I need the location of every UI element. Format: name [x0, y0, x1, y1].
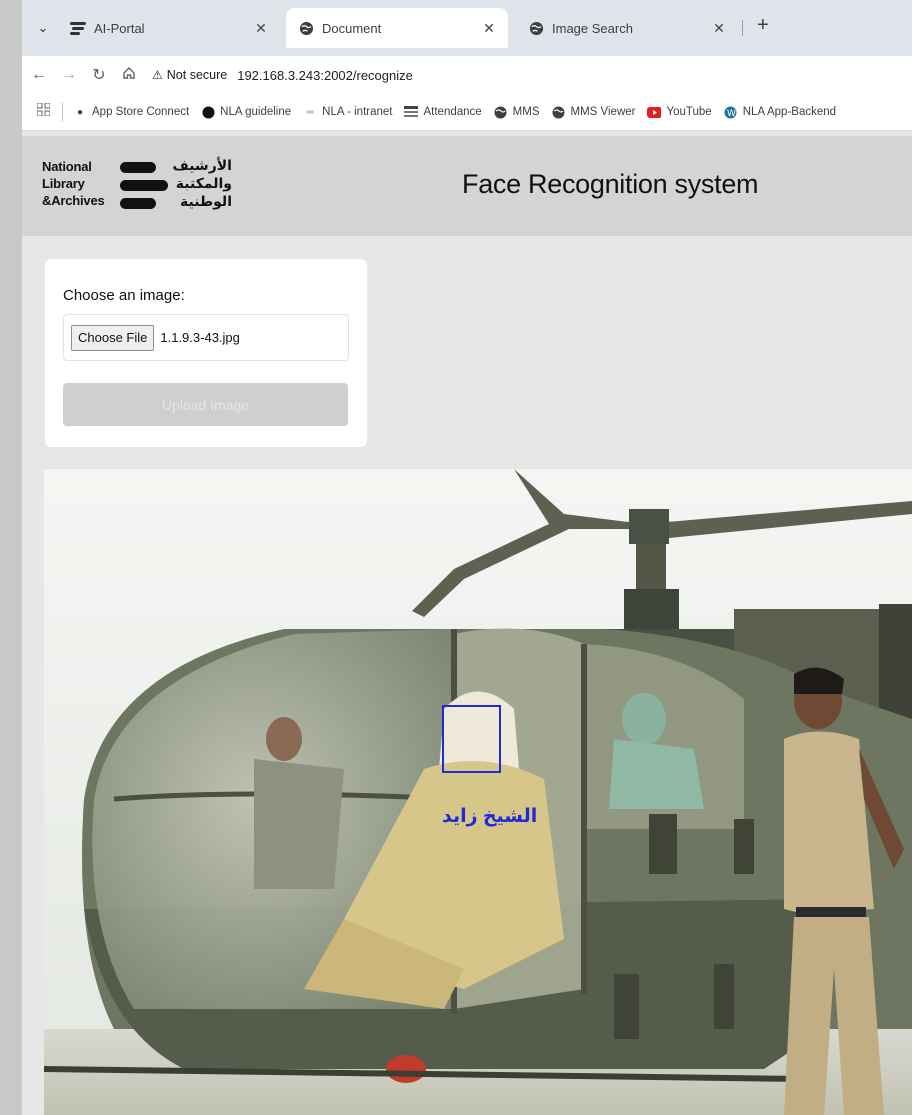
bookmark-nla-intranet[interactable]: ═ NLA - intranet	[303, 105, 393, 119]
logo-text-ar: الأرشيف والمكتبة الوطنية	[173, 156, 232, 210]
bookmark-mms[interactable]: MMS	[494, 105, 540, 119]
upload-image-button[interactable]: Upload Image	[63, 383, 348, 426]
face-name-label: الشيخ زايد	[442, 806, 538, 827]
attendance-icon	[404, 105, 419, 119]
youtube-icon	[647, 105, 662, 119]
logo-text-en: National Library &Archives	[42, 158, 105, 209]
globe-icon	[552, 105, 566, 119]
close-icon[interactable]: ✕	[480, 20, 498, 37]
bookmark-mms-viewer[interactable]: MMS Viewer	[552, 105, 636, 119]
bookmark-label: App Store Connect	[92, 106, 190, 118]
apps-grid-icon[interactable]	[30, 102, 56, 121]
browser-window: ⌄ AI-Portal ✕ Document ✕ Image Search ✕ …	[22, 0, 912, 1115]
bookmark-nla-app-backend[interactable]: W NLA App-Backend	[724, 105, 836, 119]
bookmark-label: NLA App-Backend	[742, 106, 837, 118]
logo-bars-icon	[120, 162, 168, 209]
url-text: 192.168.3.243:2002/recognize	[237, 67, 413, 83]
close-icon[interactable]: ✕	[252, 20, 270, 37]
file-input[interactable]: Choose File 1.1.9.3-43.jpg	[63, 314, 349, 361]
new-tab-icon[interactable]: +	[757, 14, 769, 37]
bookmark-nla-guideline[interactable]: NLA guideline	[201, 105, 291, 119]
nla-circle-icon	[201, 105, 215, 119]
globe-icon	[528, 20, 544, 36]
security-indicator[interactable]: ⚠ Not secure	[152, 68, 227, 82]
tab-ai-portal[interactable]: AI-Portal ✕	[58, 12, 280, 44]
home-icon[interactable]	[116, 66, 142, 85]
tab-title: AI-Portal	[94, 20, 145, 36]
helicopter-photo	[44, 469, 912, 1115]
tab-strip: ⌄ AI-Portal ✕ Document ✕ Image Search ✕ …	[22, 0, 912, 56]
bookmark-label: MMS	[512, 106, 540, 118]
logo-line: الأرشيف	[172, 157, 232, 173]
bookmark-separator	[62, 103, 63, 121]
page-title: Face Recognition system	[462, 169, 759, 199]
logo-line: الوطنية	[180, 193, 232, 209]
close-icon[interactable]: ✕	[710, 20, 728, 37]
bookmark-label: Attendance	[423, 106, 482, 118]
security-label: Not secure	[166, 68, 228, 82]
choose-image-label: Choose an image:	[63, 287, 185, 304]
reload-icon[interactable]: ↻	[86, 65, 112, 85]
navigation-bar: ← → ↻ ⚠ Not secure 192.168.3.243:2002/re…	[22, 56, 912, 94]
ai-portal-icon	[70, 20, 86, 36]
logo-line: &Archives	[42, 193, 105, 208]
page-header: National Library &Archives الأرشيف والمك…	[22, 136, 912, 236]
tab-separator	[742, 20, 743, 36]
tab-title: Document	[322, 20, 382, 36]
logo-line: National	[42, 159, 92, 174]
globe-icon	[494, 105, 508, 119]
back-icon[interactable]: ←	[26, 66, 52, 84]
nla-logo[interactable]: National Library &Archives الأرشيف والمك…	[42, 156, 232, 214]
bookmark-label: NLA guideline	[220, 106, 292, 118]
tab-image-search[interactable]: Image Search ✕	[516, 12, 738, 44]
result-photo: الشيخ زايد	[44, 469, 912, 1115]
svg-text:W: W	[727, 109, 736, 119]
apple-icon: ●	[76, 106, 84, 118]
selected-file-name: 1.1.9.3-43.jpg	[160, 330, 240, 345]
choose-file-button[interactable]: Choose File	[71, 324, 155, 351]
upload-card: Choose an image: Choose File 1.1.9.3-43.…	[45, 259, 367, 447]
tab-search-chevron-icon[interactable]: ⌄	[32, 17, 54, 39]
wordpress-icon: W	[724, 105, 738, 119]
bookmark-attendance[interactable]: Attendance	[404, 105, 482, 119]
nla-dash-icon: ═	[306, 106, 314, 118]
tab-document[interactable]: Document ✕	[286, 8, 508, 48]
forward-icon[interactable]: →	[56, 66, 82, 84]
bookmarks-bar: ● App Store Connect NLA guideline ═ NLA …	[22, 94, 912, 131]
address-bar[interactable]: ⚠ Not secure 192.168.3.243:2002/recogniz…	[152, 60, 912, 90]
logo-line: Library	[42, 176, 85, 191]
bookmark-youtube[interactable]: YouTube	[647, 105, 712, 119]
tab-title: Image Search	[552, 20, 633, 36]
bookmark-label: YouTube	[666, 106, 712, 118]
bookmark-label: NLA - intranet	[322, 106, 393, 118]
logo-line: والمكتبة	[175, 175, 232, 191]
globe-icon	[298, 20, 314, 36]
bookmark-app-store-connect[interactable]: ● App Store Connect	[73, 105, 189, 119]
warning-icon: ⚠	[152, 68, 163, 82]
bookmark-label: MMS Viewer	[570, 106, 636, 118]
detected-face-box[interactable]	[442, 705, 501, 773]
